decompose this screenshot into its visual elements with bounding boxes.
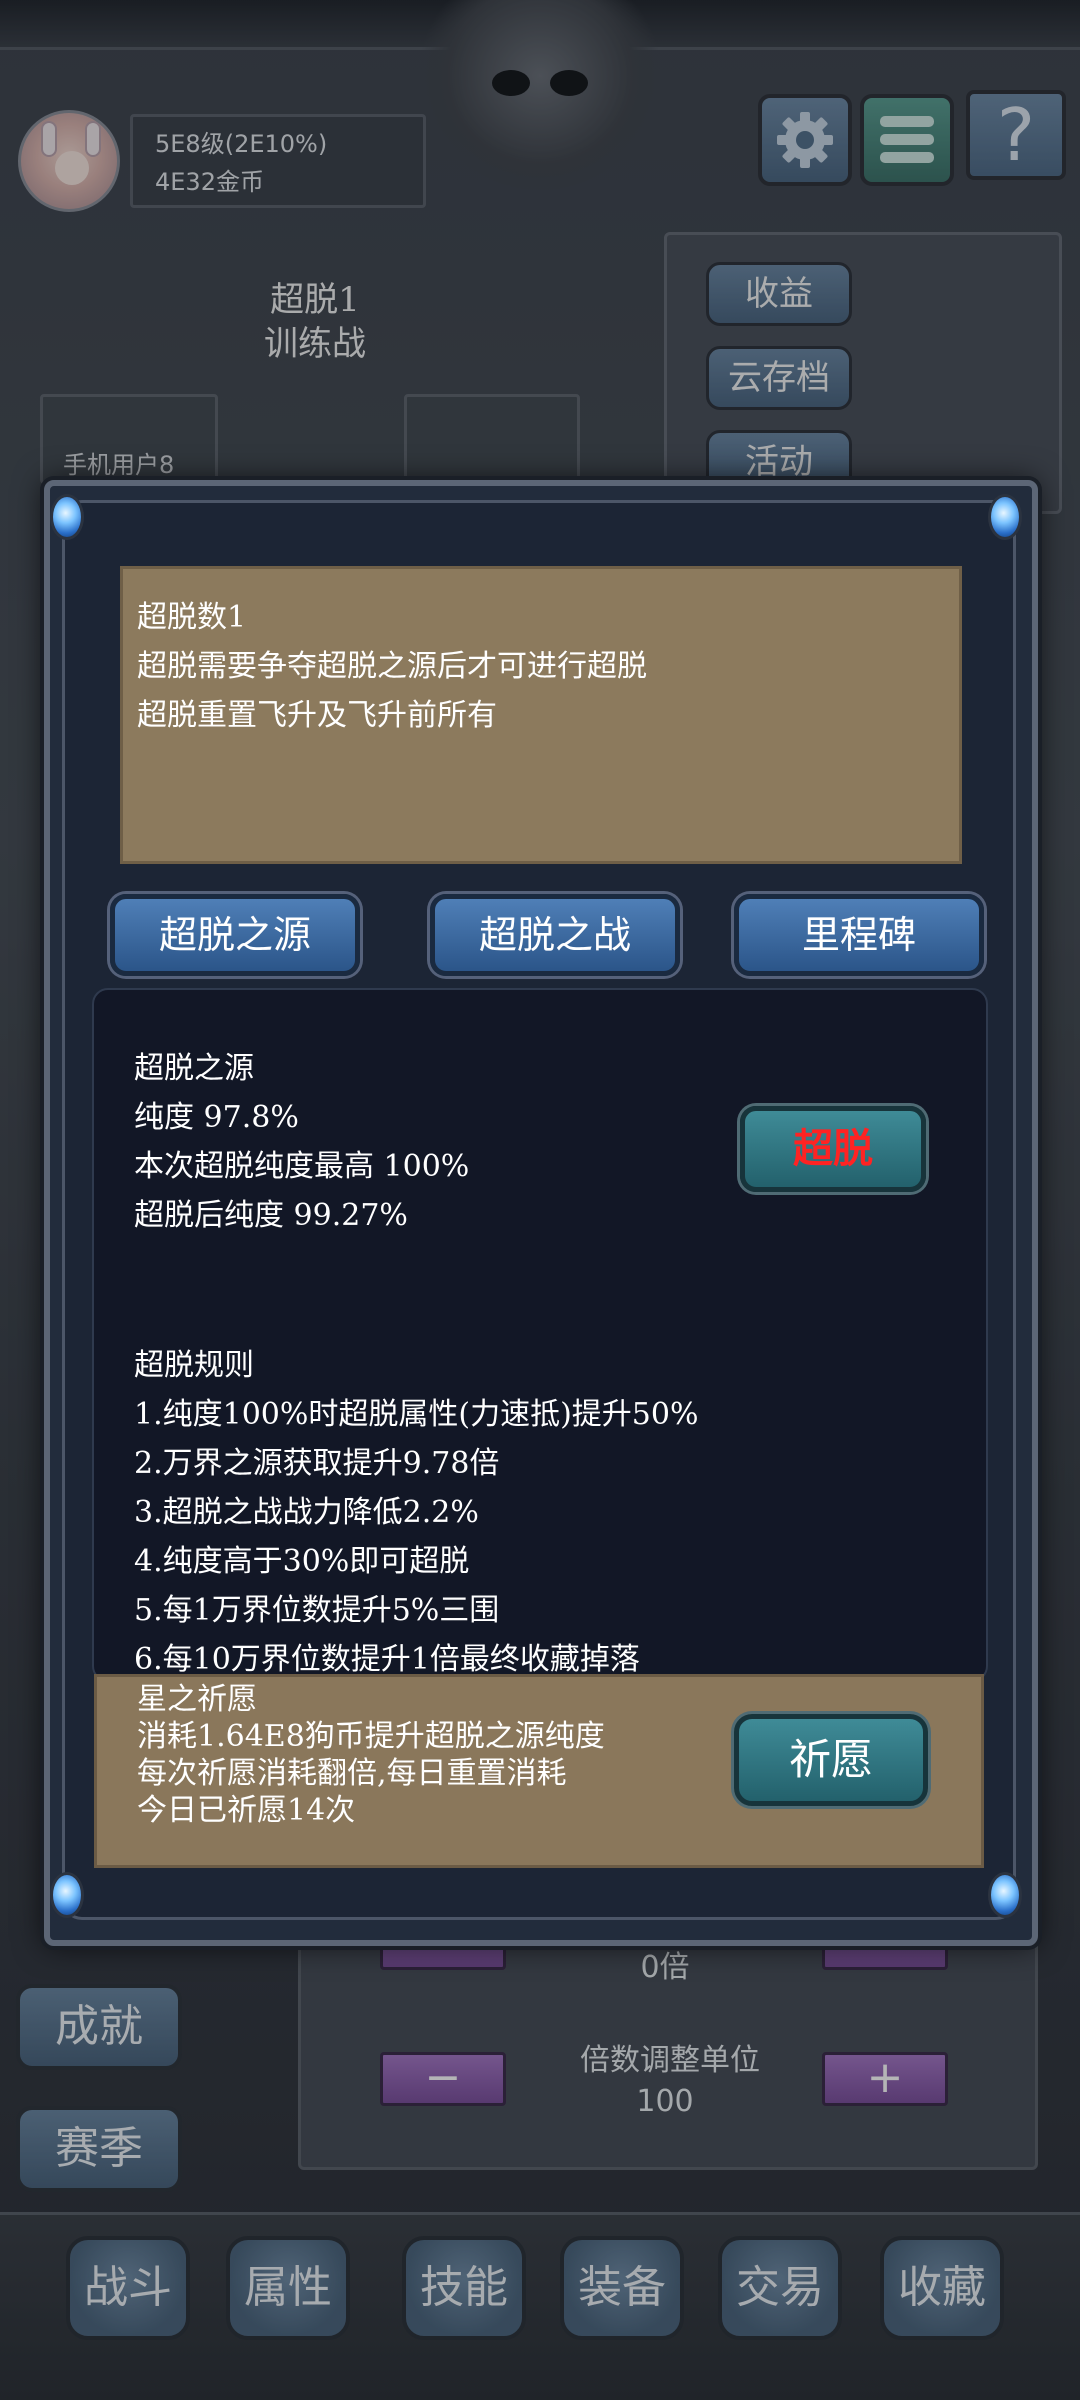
transcend-reset-note: 超脱重置飞升及飞升前所有 xyxy=(137,698,497,733)
transcend-requirement: 超脱需要争夺超脱之源后才可进行超脱 xyxy=(137,649,647,684)
tab-milestones[interactable]: 里程碑 xyxy=(734,894,984,976)
rule-item: 4.纯度高于30%即可超脱 xyxy=(134,1544,470,1579)
rule-item: 6.每10万界位数提升1倍最终收藏掉落 xyxy=(134,1642,640,1677)
gem-icon xyxy=(50,1872,84,1918)
rule-item: 3.超脱之战战力降低2.2% xyxy=(134,1495,479,1530)
rules-title: 超脱规则 xyxy=(134,1348,254,1383)
tab-transcend-battle[interactable]: 超脱之战 xyxy=(430,894,680,976)
transcend-count: 超脱数1 xyxy=(137,600,247,635)
after-purity-value: 超脱后纯度 99.27% xyxy=(134,1198,408,1233)
gem-icon xyxy=(50,494,84,540)
source-title: 超脱之源 xyxy=(134,1051,254,1086)
rule-item: 2.万界之源获取提升9.78倍 xyxy=(134,1446,500,1481)
transcend-button[interactable]: 超脱 xyxy=(740,1106,926,1192)
rule-item: 1.纯度100%时超脱属性(力速抵)提升50% xyxy=(134,1397,699,1432)
transcend-info-box: 超脱数1 超脱需要争夺超脱之源后才可进行超脱 超脱重置飞升及飞升前所有 xyxy=(120,566,962,864)
gem-icon xyxy=(988,494,1022,540)
max-purity-value: 本次超脱纯度最高 100% xyxy=(134,1149,470,1184)
tab-transcend-source[interactable]: 超脱之源 xyxy=(110,894,360,976)
gem-icon xyxy=(988,1872,1022,1918)
wish-button[interactable]: 祈愿 xyxy=(734,1714,928,1806)
purity-value: 纯度 97.8% xyxy=(134,1100,299,1135)
rule-item: 5.每1万界位数提升5%三围 xyxy=(134,1593,500,1628)
wish-title: 星之祈愿 xyxy=(137,1682,257,1717)
